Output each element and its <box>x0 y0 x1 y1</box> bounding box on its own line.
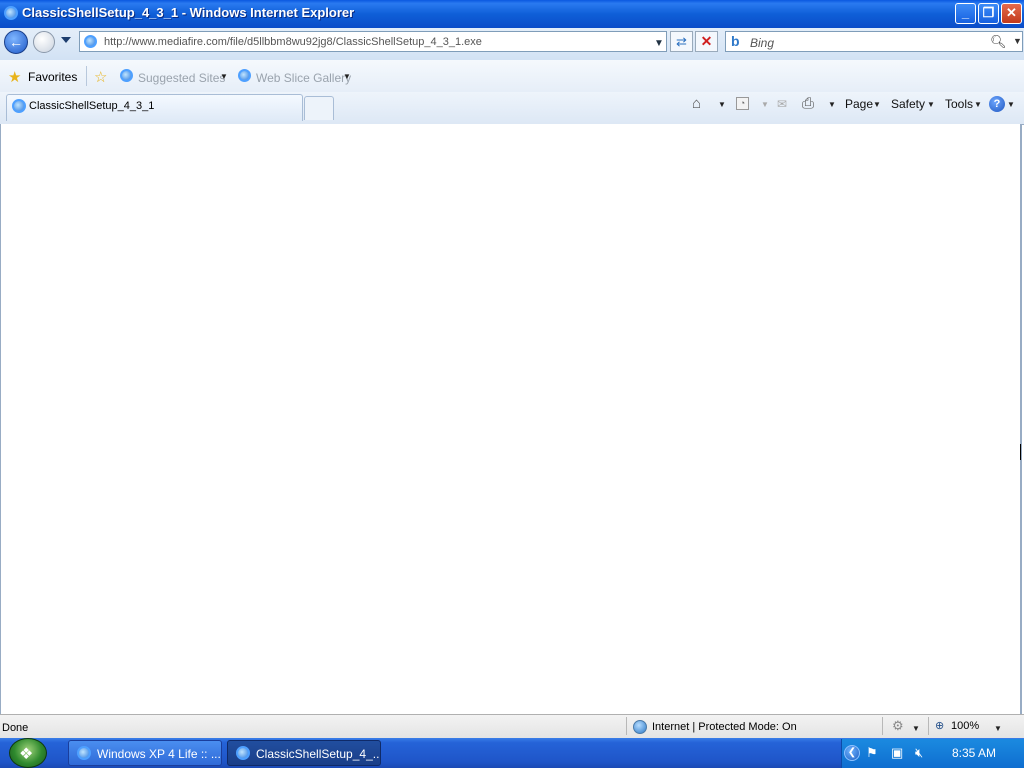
divider <box>626 717 627 735</box>
search-icon[interactable]: 🔍︎ <box>990 34 1007 50</box>
safety-menu[interactable]: Safety <box>891 97 925 111</box>
page-ie-icon <box>84 35 97 48</box>
web-slice-gallery-dropdown[interactable]: ▼ <box>343 72 351 81</box>
favorites-button[interactable]: Favorites <box>28 70 77 84</box>
mouse-cursor <box>1020 444 1023 460</box>
restore-button[interactable]: ❐ <box>978 3 999 24</box>
suggested-sites-link[interactable]: Suggested Sites <box>138 71 225 85</box>
search-input[interactable]: Bing <box>750 36 774 50</box>
show-hidden-icons-button[interactable]: ❮ <box>844 745 860 761</box>
help-dropdown[interactable]: ▼ <box>1007 100 1015 109</box>
flag-icon[interactable]: ⚑ <box>866 745 878 761</box>
bing-logo: b <box>731 33 740 49</box>
taskbar-button-active[interactable]: ClassicShellSetup_4_... <box>227 740 381 766</box>
help-icon[interactable]: ? <box>989 96 1005 112</box>
print-icon[interactable]: ⎙ <box>802 95 814 112</box>
taskbar-button-label: ClassicShellSetup_4_... <box>256 747 381 761</box>
home-dropdown[interactable]: ▼ <box>718 100 726 109</box>
refresh-icon: ⇄ <box>676 34 687 49</box>
recent-pages-dropdown[interactable] <box>61 37 71 43</box>
page-menu-dropdown[interactable]: ▼ <box>873 100 881 109</box>
back-icon: ← <box>9 34 23 50</box>
suggested-sites-dropdown[interactable]: ▼ <box>220 72 228 81</box>
suggested-sites-icon <box>120 69 133 82</box>
star-icon[interactable]: ★ <box>8 68 21 86</box>
taskbar-button-label: Windows XP 4 Life :: ... <box>97 747 221 761</box>
address-dropdown-icon[interactable]: ▼ <box>654 38 664 49</box>
ie-logo-icon <box>236 746 250 760</box>
read-mail-icon[interactable]: ✉ <box>777 97 787 111</box>
tools-menu-dropdown[interactable]: ▼ <box>974 100 982 109</box>
tab-label[interactable]: ClassicShellSetup_4_3_1 <box>29 100 154 112</box>
stop-icon: ✕ <box>700 33 713 49</box>
network-icon[interactable]: ▣ <box>891 745 903 761</box>
divider <box>882 717 883 735</box>
print-dropdown[interactable]: ▼ <box>828 100 836 109</box>
divider <box>86 66 87 86</box>
tab-ie-icon <box>12 99 26 113</box>
status-text: Done <box>2 722 29 734</box>
page-content[interactable] <box>0 124 1022 714</box>
status-bar <box>0 714 1024 738</box>
ie-logo-icon <box>4 6 18 20</box>
zoom-level[interactable]: 100% <box>951 720 979 732</box>
close-button[interactable]: ✕ <box>1001 3 1022 24</box>
safety-menu-dropdown[interactable]: ▼ <box>927 100 935 109</box>
security-zone[interactable]: Internet | Protected Mode: On <box>652 721 797 733</box>
search-options-dropdown[interactable]: ▼ <box>1013 36 1022 46</box>
taskbar-button[interactable]: Windows XP 4 Life :: ... <box>68 740 222 766</box>
zoom-dropdown[interactable]: ▼ <box>994 724 1002 733</box>
window-title: ClassicShellSetup_4_3_1 - Windows Intern… <box>22 5 355 20</box>
back-button[interactable]: ← <box>4 30 28 54</box>
ie-logo-icon <box>77 746 91 760</box>
new-tab-button[interactable] <box>304 96 334 120</box>
web-slice-gallery-link[interactable]: Web Slice Gallery <box>256 71 351 85</box>
web-slice-gallery-icon <box>238 69 251 82</box>
volume-icon[interactable]: 🔇︎ <box>915 745 923 761</box>
popup-blocker-icon[interactable]: ⚙ <box>892 718 904 734</box>
start-orb-icon: ❖ <box>19 746 34 763</box>
popup-blocker-dropdown[interactable]: ▼ <box>912 724 920 733</box>
divider <box>928 717 929 735</box>
minimize-button[interactable]: _ <box>955 3 976 24</box>
home-icon[interactable]: ⌂ <box>692 95 701 112</box>
refresh-button[interactable]: ⇄ <box>670 31 693 52</box>
zoom-icon[interactable]: ⊕ <box>935 719 944 732</box>
page-menu[interactable]: Page <box>845 97 873 111</box>
feeds-icon[interactable]: ◔ <box>736 97 749 110</box>
clock[interactable]: 8:35 AM <box>952 746 996 760</box>
forward-button[interactable] <box>33 31 55 53</box>
add-favorites-icon[interactable]: ☆ <box>94 68 107 86</box>
feeds-dropdown[interactable]: ▼ <box>761 100 769 109</box>
tools-menu[interactable]: Tools <box>945 97 973 111</box>
address-input[interactable]: http://www.mediafire.com/file/d5llbbm8wu… <box>104 36 482 48</box>
stop-button[interactable]: ✕ <box>695 31 718 52</box>
globe-icon <box>633 720 647 734</box>
